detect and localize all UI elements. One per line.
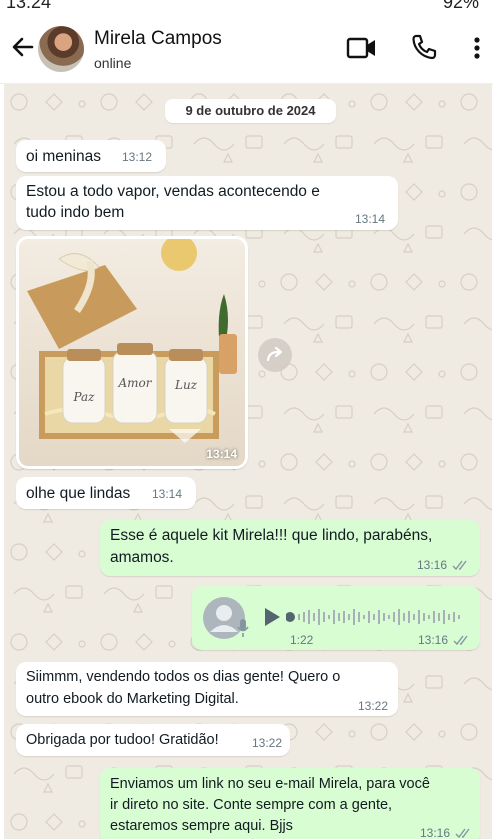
message-text: oi meninas <box>26 148 101 165</box>
play-button[interactable] <box>262 606 282 628</box>
message-text-line: estaremos sempre aqui. Bjjs <box>110 818 293 834</box>
more-options-button[interactable] <box>468 32 486 64</box>
message-text-line: Siimmm, vendendo todos os dias gente! Qu… <box>26 669 341 685</box>
message-outgoing[interactable]: Esse é aquele kit Mirela!!! que lindo, p… <box>100 520 480 576</box>
message-incoming[interactable]: olhe que lindas 13:14 <box>16 477 196 509</box>
chat-area[interactable]: 9 de outubro de 2024 oi meninas 13:12 Es… <box>4 84 492 839</box>
double-check-icon <box>455 828 470 839</box>
status-battery: 92% <box>442 0 479 12</box>
date-separator: 9 de outubro de 2024 <box>165 99 336 123</box>
message-time: 13:12 <box>122 150 153 164</box>
forward-icon <box>266 346 283 362</box>
phone-icon <box>412 34 437 60</box>
message-incoming[interactable]: Estou a todo vapor, vendas acontecendo e… <box>16 176 398 230</box>
video-call-button[interactable] <box>346 34 378 62</box>
candle-gift-image: Paz Amor Luz <box>19 239 245 466</box>
message-time: 13:14 <box>355 212 386 226</box>
svg-text:Paz: Paz <box>72 390 95 404</box>
microphone-icon <box>237 619 249 637</box>
contact-name[interactable]: Mirela Campos <box>94 28 222 50</box>
message-text: olhe que lindas <box>26 485 131 502</box>
double-check-icon <box>452 560 467 571</box>
message-text-line: Enviamos um link no seu e-mail Mirela, p… <box>110 776 430 792</box>
message-incoming[interactable]: Siimmm, vendendo todos os dias gente! Qu… <box>16 662 398 716</box>
voice-duration: 1:22 <box>290 633 314 647</box>
avatar[interactable] <box>38 26 84 72</box>
message-text-line: tudo indo bem <box>26 204 125 221</box>
status-time: 13:24 <box>6 0 52 12</box>
message-time: 13:14 <box>152 487 183 501</box>
message-time: 13:16 <box>418 633 471 647</box>
double-check-icon <box>453 635 468 646</box>
message-time: 13:14 <box>206 447 237 461</box>
chat-header: Mirela Campos online <box>0 14 493 84</box>
voice-waveform[interactable] <box>286 605 466 629</box>
message-time: 13:22 <box>358 699 389 713</box>
message-time-text: 13:16 <box>418 633 449 647</box>
play-icon <box>265 608 280 626</box>
candle-gift-photo[interactable]: Paz Amor Luz 13:14 <box>19 239 245 466</box>
message-text-line: Esse é aquele kit Mirela!!! que lindo, p… <box>110 527 433 544</box>
message-text-line: ir direto no site. Conte sempre com a ge… <box>110 797 393 813</box>
message-text-line: outro ebook do Marketing Digital. <box>26 691 239 707</box>
message-time-text: 13:16 <box>417 558 448 572</box>
video-camera-icon <box>346 37 375 59</box>
arrow-left-icon <box>12 37 34 57</box>
message-time-text: 13:16 <box>420 826 451 839</box>
svg-text:Amor: Amor <box>117 376 152 390</box>
message-text-line: Estou a todo vapor, vendas acontecendo e <box>26 183 320 200</box>
back-button[interactable] <box>8 32 38 62</box>
contact-status: online <box>94 55 132 71</box>
status-bar: 13:24 92% <box>0 0 493 14</box>
message-text: Obrigada por tudoo! Gratidão! <box>26 732 219 748</box>
message-incoming[interactable]: oi meninas 13:12 <box>16 140 166 172</box>
message-text-line: amamos. <box>110 549 174 566</box>
message-outgoing[interactable]: Enviamos um link no seu e-mail Mirela, p… <box>100 768 480 839</box>
voice-message-outgoing[interactable]: 1:22 13:16 <box>192 586 480 650</box>
message-time: 13:16 <box>417 558 470 572</box>
forward-button[interactable] <box>258 338 292 372</box>
voice-call-button[interactable] <box>410 32 438 62</box>
message-incoming[interactable]: Obrigada por tudoo! Gratidão! 13:22 <box>16 724 290 756</box>
message-time: 13:22 <box>252 736 283 750</box>
message-time: 13:16 <box>420 826 473 839</box>
svg-text:Luz: Luz <box>174 378 198 392</box>
image-message[interactable]: Paz Amor Luz 13:14 <box>16 236 248 469</box>
more-vertical-icon <box>474 37 480 59</box>
